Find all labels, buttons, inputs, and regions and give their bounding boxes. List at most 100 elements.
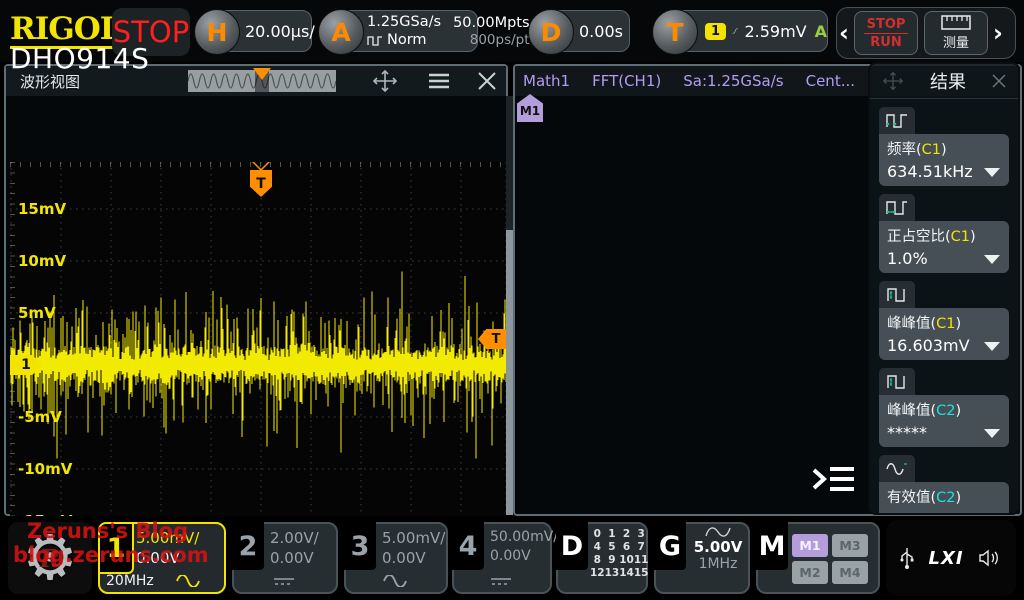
- measurement-item[interactable]: 频率(C1) 634.51kHz: [879, 107, 1009, 186]
- ruler-icon: [941, 15, 971, 30]
- channel3-number: 3: [344, 522, 376, 570]
- generator-button[interactable]: G 5.00V 1MHz: [654, 522, 750, 594]
- menu-icon[interactable]: [426, 69, 452, 93]
- oscilloscope-screen: RIGOL STOP H 20.00μs/ A 1.25GSa/s Norm 5…: [0, 0, 1024, 600]
- fft-center-label: Cent...: [806, 72, 855, 90]
- generator-voltage: 5.00V: [690, 538, 746, 556]
- source-c1: C1: [951, 229, 970, 245]
- bit-label: 10: [619, 554, 634, 566]
- close-icon[interactable]: [474, 69, 500, 93]
- expand-caret-icon[interactable]: [984, 168, 1000, 177]
- measurement-item[interactable]: 正占空比(C1) 1.0%: [879, 194, 1009, 273]
- trigger-source-badge: 1: [705, 23, 726, 40]
- lxi-label[interactable]: LXI: [928, 548, 963, 569]
- expand-caret-icon[interactable]: [984, 429, 1000, 438]
- trigger-position-outline-icon: [251, 162, 271, 171]
- measurement-card[interactable]: 正占空比(C1) 1.0%: [879, 221, 1009, 273]
- measurement-item[interactable]: 有效值(C2) *****: [879, 455, 1009, 515]
- channel2-offset: 0.00V: [270, 548, 319, 568]
- bit-label: 15: [634, 567, 649, 579]
- dc-coupling-icon: [273, 576, 295, 586]
- digital-channels-button[interactable]: D 0123 4567 891011 12131415: [556, 522, 648, 594]
- scrollbar-thumb[interactable]: [506, 230, 513, 515]
- toolbar-next-icon[interactable]: ›: [991, 21, 1005, 45]
- acquire-mode-icon: [367, 35, 383, 46]
- peak-peak-icon: [879, 368, 915, 395]
- top-bar: RIGOL STOP H 20.00μs/ A 1.25GSa/s Norm 5…: [0, 0, 1024, 62]
- channel4-button[interactable]: 4 50.00mV/ 0.00V: [452, 522, 552, 594]
- channel4-scale: 50.00mV/: [490, 528, 558, 547]
- beeper-muted-icon[interactable]: [978, 548, 1002, 568]
- channel2-scale: 2.00V/: [270, 528, 319, 548]
- model-name: DHO914S: [10, 42, 149, 75]
- bit-label: 6: [619, 541, 634, 553]
- bit-label: 14: [619, 567, 634, 579]
- horizontal-knob[interactable]: H: [194, 9, 240, 55]
- timebase-preview-strip[interactable]: [188, 70, 336, 92]
- delay-knob[interactable]: D: [528, 9, 574, 55]
- math4-button[interactable]: M4: [832, 561, 868, 584]
- watermark-line2: blog.zeruns.com: [13, 543, 209, 567]
- status-tile: LXI: [886, 520, 1016, 596]
- stop-run-button[interactable]: STOP RUN: [854, 11, 918, 55]
- v-axis-label: -10mV: [18, 460, 72, 478]
- source-c2: C2: [936, 490, 955, 506]
- measurement-value: *****: [887, 510, 1001, 515]
- channel3-button[interactable]: 3 5.00mV/ 0.00V: [344, 522, 448, 594]
- trigger-level-value: 2.59mV: [744, 22, 806, 41]
- waveform-window: 波形视图 15mV 10mV: [4, 64, 508, 516]
- results-panel: 结果 频率(C1) 634.51kHz 正占空比(C1) 1.0%: [868, 62, 1020, 515]
- rms-icon: [879, 455, 915, 482]
- expand-caret-icon[interactable]: [984, 342, 1000, 351]
- source-c2: C2: [936, 403, 955, 419]
- math-button[interactable]: M M1 M3 M2 M4: [756, 522, 880, 594]
- move-panel-icon[interactable]: [878, 71, 908, 91]
- move-window-icon[interactable]: [372, 69, 398, 93]
- usb-icon[interactable]: [900, 546, 914, 570]
- channel4-offset: 0.00V: [490, 547, 558, 566]
- math1-button[interactable]: M1: [792, 534, 828, 557]
- sine-wave-icon: [705, 526, 731, 538]
- math-label: M: [756, 522, 788, 570]
- ac-coupling-icon: [176, 575, 200, 587]
- source-c1: C1: [936, 316, 955, 332]
- watermark-line1: Zeruns's Blog: [27, 519, 188, 543]
- math2-button[interactable]: M2: [792, 561, 828, 584]
- bit-label: 4: [590, 541, 605, 553]
- measurement-item[interactable]: 峰峰值(C2) *****: [879, 368, 1009, 447]
- results-title: 结果: [908, 68, 988, 94]
- measurement-item[interactable]: 峰峰值(C1) 16.603mV: [879, 281, 1009, 360]
- trigger-knob[interactable]: T: [652, 9, 698, 55]
- source-c1: C1: [922, 142, 941, 158]
- bit-label: 5: [605, 541, 620, 553]
- close-results-icon[interactable]: [988, 72, 1010, 90]
- measurement-card[interactable]: 峰峰值(C2) *****: [879, 395, 1009, 447]
- window-divider-scrollbar[interactable]: [506, 96, 513, 515]
- channel2-button[interactable]: 2 2.00V/ 0.00V: [232, 522, 338, 594]
- expand-caret-icon[interactable]: [984, 255, 1000, 264]
- frequency-icon: [879, 107, 915, 134]
- generator-frequency: 1MHz: [690, 556, 746, 572]
- delay-value: 0.00s: [579, 22, 623, 41]
- peak-peak-icon: [879, 281, 915, 308]
- toolbar-prev-icon[interactable]: ‹: [837, 21, 851, 45]
- generator-label: G: [654, 522, 686, 570]
- acquire-knob[interactable]: A: [318, 9, 364, 55]
- channel1-bandwidth: 20MHz: [106, 573, 154, 589]
- math3-button[interactable]: M3: [832, 534, 868, 557]
- v-axis-label: 15mV: [18, 200, 66, 218]
- measurement-card[interactable]: 峰峰值(C1) 16.603mV: [879, 308, 1009, 360]
- bit-label: 11: [634, 554, 649, 566]
- bit-label: 2: [619, 528, 634, 540]
- sample-resolution: 800ps/pt: [453, 32, 529, 49]
- channel2-number: 2: [232, 522, 264, 570]
- v-axis-label: -5mV: [18, 408, 62, 426]
- expand-menu-icon[interactable]: [810, 458, 858, 500]
- acquire-mode: Norm: [387, 31, 427, 49]
- measurement-card[interactable]: 频率(C1) 634.51kHz: [879, 134, 1009, 186]
- measurement-card[interactable]: 有效值(C2) *****: [879, 482, 1009, 515]
- results-titlebar[interactable]: 结果: [870, 64, 1018, 99]
- measure-button[interactable]: 测量: [924, 11, 988, 55]
- sample-rate: 1.25GSa/s: [367, 13, 441, 31]
- channel4-number: 4: [452, 522, 484, 570]
